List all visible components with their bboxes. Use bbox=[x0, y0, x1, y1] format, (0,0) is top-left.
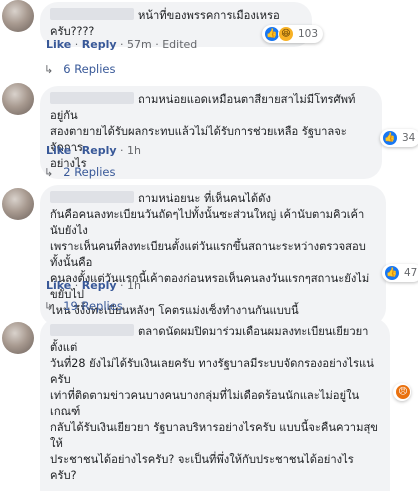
commenter-name[interactable] bbox=[50, 324, 134, 336]
timestamp[interactable]: 57m bbox=[127, 38, 152, 51]
avatar[interactable] bbox=[2, 322, 34, 354]
comment-text-line: ถามหน่อยนะ ที่เห็นคนได้ดัง bbox=[138, 192, 271, 205]
avatar[interactable] bbox=[2, 0, 34, 32]
comment-actions: Like · Reply · 57m · Edited bbox=[46, 38, 198, 51]
like-icon: 👍 bbox=[382, 130, 398, 146]
reply-button[interactable]: Reply bbox=[82, 144, 117, 157]
comment-text-line: กลับได้รับเงินเยียวยา รัฐบาลบริหารอย่างไ… bbox=[50, 421, 378, 450]
view-replies-link[interactable]: ↳ 2 Replies bbox=[44, 165, 116, 179]
avatar[interactable] bbox=[2, 188, 34, 220]
comment-text-line: เท่าที่ติดตามข่าวคนบางคนบางกลุ่มที่ไม่เด… bbox=[50, 389, 360, 418]
reaction-summary[interactable]: 👍 😆 103 bbox=[262, 25, 324, 43]
reply-arrow-icon: ↳ bbox=[44, 166, 54, 179]
comment-bubble: ตลาดนัดผมปิดมาร่วมเดือนผมลงทะเบียนเยียวย… bbox=[40, 318, 390, 491]
view-replies-link[interactable]: ↳ 6 Replies bbox=[44, 62, 116, 76]
like-icon: 👍 bbox=[384, 265, 400, 281]
avatar[interactable] bbox=[2, 83, 34, 115]
like-button[interactable]: Like bbox=[46, 38, 71, 51]
reply-button[interactable]: Reply bbox=[82, 279, 117, 292]
replies-count: 2 Replies bbox=[63, 165, 116, 179]
view-replies-link[interactable]: ↳ 19 Replies bbox=[44, 299, 123, 313]
replies-count: 19 Replies bbox=[63, 299, 123, 313]
reply-button[interactable]: Reply bbox=[82, 38, 117, 51]
reaction-summary[interactable]: 😠 bbox=[393, 383, 411, 401]
replies-count: 6 Replies bbox=[63, 62, 116, 76]
comment-text-line: เพราะเห็นคนที่ลงทะเบียนตั้งแต่วันแรกขึ้น… bbox=[50, 240, 366, 269]
reply-arrow-icon: ↳ bbox=[44, 300, 54, 313]
commenter-name[interactable] bbox=[50, 92, 134, 104]
reply-arrow-icon: ↳ bbox=[44, 63, 54, 76]
comment-actions: Like · Reply · 1h bbox=[46, 144, 141, 157]
reaction-summary[interactable]: 👍 34 bbox=[380, 129, 418, 147]
edited-label[interactable]: Edited bbox=[162, 38, 197, 51]
comment-text-line: ประชาชนได้อย่างไรครับ? จะเป็นที่พึ่งให้ก… bbox=[50, 453, 354, 482]
like-button[interactable]: Like bbox=[46, 144, 71, 157]
commenter-name[interactable] bbox=[50, 8, 134, 20]
like-button[interactable]: Like bbox=[46, 279, 71, 292]
commenter-name[interactable] bbox=[50, 191, 134, 203]
comment-actions: Like · Reply · 1h bbox=[46, 279, 141, 292]
reaction-summary[interactable]: 👍 47 bbox=[382, 264, 418, 282]
reaction-count: 47 bbox=[404, 267, 418, 279]
comment-text-line: วันที่28 ยังไม่ได้รับเงินเลยครับ ทางรัฐบ… bbox=[50, 357, 374, 386]
timestamp[interactable]: 1h bbox=[127, 279, 141, 292]
reaction-count: 34 bbox=[402, 132, 416, 144]
comment-text-line: กันคือคนลงทะเบียนวันถัดๆไปทั้งนั้นซะส่วน… bbox=[50, 208, 365, 237]
haha-icon: 😆 bbox=[278, 26, 294, 42]
timestamp[interactable]: 1h bbox=[127, 144, 141, 157]
reaction-count: 103 bbox=[298, 28, 319, 40]
angry-icon: 😠 bbox=[395, 384, 411, 400]
